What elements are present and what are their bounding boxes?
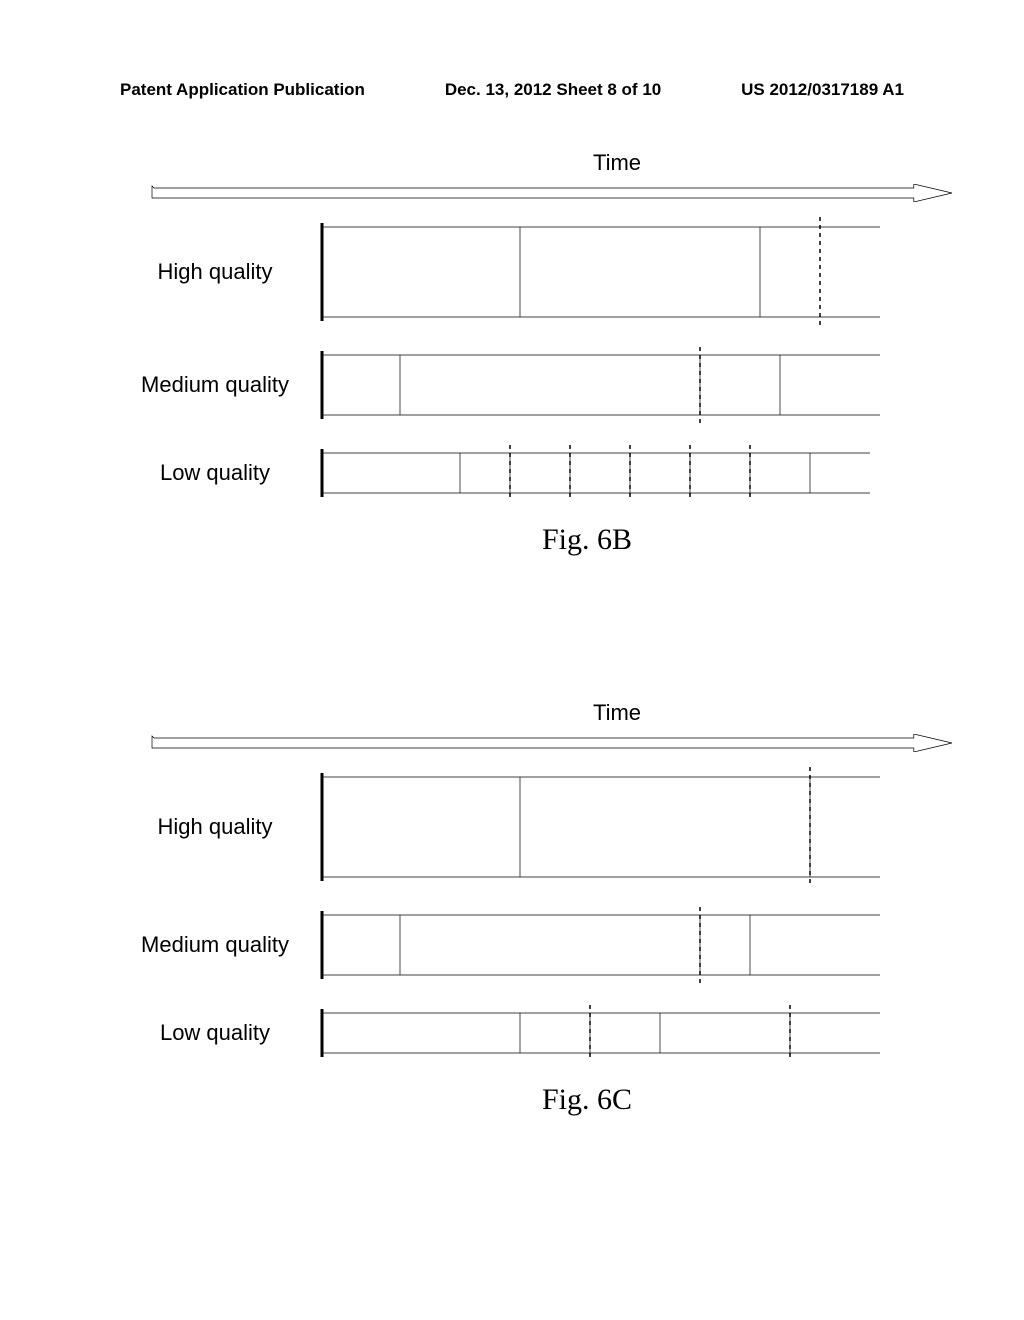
time-label-6b: Time xyxy=(280,150,954,176)
figure-6b: Time High quality Medium quality Low quali… xyxy=(120,150,954,557)
rows-6c: High quality Medium quality Low quality xyxy=(120,767,954,1063)
rows-6b: High quality Medium quality Low quality xyxy=(120,217,954,503)
timeline xyxy=(320,767,954,887)
caption-6b: Fig. 6B xyxy=(220,523,954,557)
time-arrow-6c xyxy=(150,734,954,752)
timeline xyxy=(320,1003,954,1063)
page-header: Patent Application Publication Dec. 13, … xyxy=(120,80,904,100)
caption-6c: Fig. 6C xyxy=(220,1083,954,1117)
header-right: US 2012/0317189 A1 xyxy=(741,80,904,100)
row-label: Low quality xyxy=(120,460,320,486)
row-label: Low quality xyxy=(120,1020,320,1046)
quality-row: Low quality xyxy=(120,1003,954,1063)
time-arrow-6b xyxy=(150,184,954,202)
timeline xyxy=(320,443,954,503)
quality-row: Medium quality xyxy=(120,905,954,985)
header-left: Patent Application Publication xyxy=(120,80,365,100)
row-label: Medium quality xyxy=(120,932,320,958)
timeline xyxy=(320,905,954,985)
header-center: Dec. 13, 2012 Sheet 8 of 10 xyxy=(445,80,661,100)
quality-row: Low quality xyxy=(120,443,954,503)
row-label: High quality xyxy=(120,814,320,840)
quality-row: High quality xyxy=(120,217,954,327)
time-label-6c: Time xyxy=(280,700,954,726)
quality-row: High quality xyxy=(120,767,954,887)
row-label: Medium quality xyxy=(120,372,320,398)
row-label: High quality xyxy=(120,259,320,285)
quality-row: Medium quality xyxy=(120,345,954,425)
timeline xyxy=(320,345,954,425)
timeline xyxy=(320,217,954,327)
figure-6c: Time High quality Medium quality Low quali… xyxy=(120,700,954,1117)
